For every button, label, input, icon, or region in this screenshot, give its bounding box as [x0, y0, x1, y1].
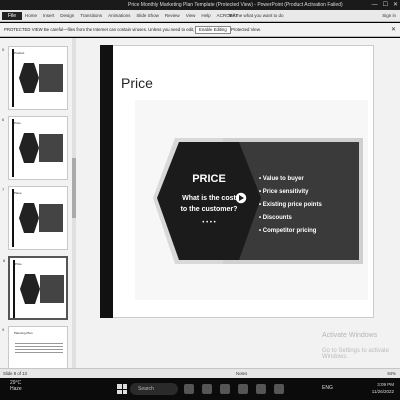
thumbnail-accent-bar — [13, 260, 15, 318]
ribbon-tab-list: Home Insert Design Transitions Animation… — [25, 10, 238, 22]
slide-thumbnail[interactable]: 7 Place — [2, 186, 68, 250]
thumbnail-hexagon — [19, 63, 39, 93]
thumbnail-number: 5 — [2, 47, 5, 52]
price-question-line1: What is the cost — [182, 195, 236, 202]
thumbnail-title: Price — [15, 262, 22, 266]
status-bar: Slide 8 of 13 Notes 84% — [0, 368, 400, 378]
thumbnail-number: 6 — [2, 117, 5, 122]
thumbnail-hexagon — [19, 203, 39, 233]
protected-view-bar: PROTECTED VIEW Be careful—files from the… — [0, 23, 400, 37]
thumbnail-title: Planning Plan — [14, 331, 33, 335]
system-clock[interactable]: 3:09 PM 11/26/2022 — [372, 381, 394, 395]
tab-animations[interactable]: Animations — [108, 10, 130, 22]
ellipsis-dots: • • • • — [202, 220, 215, 226]
bullet-discounts: • Discounts — [259, 215, 292, 221]
bullet-competitor-pricing: • Competitor pricing — [259, 228, 317, 234]
bullet-value-to-buyer: • Value to buyer — [259, 176, 304, 182]
taskbar-search[interactable]: Search — [130, 383, 178, 395]
powerpoint-icon[interactable] — [256, 384, 266, 394]
thumbnail-panel — [39, 64, 63, 92]
file-explorer-icon[interactable] — [184, 384, 194, 394]
sign-in-link[interactable]: Sign in — [382, 10, 396, 22]
clock-time: 3:09 PM — [377, 382, 394, 387]
thumbnail-title: Place — [14, 191, 22, 195]
mail-icon[interactable] — [220, 384, 230, 394]
slide-thumbnail-selected[interactable]: 8 Price — [3, 256, 68, 320]
language-indicator[interactable]: ENG — [322, 385, 333, 391]
price-heading: PRICE — [192, 173, 226, 185]
thumbnail-text-lines — [15, 343, 63, 355]
window-title: Price Monthly Marketing Plan Template (P… — [128, 2, 343, 8]
bullet-price-sensitivity: • Price sensitivity — [259, 189, 309, 195]
file-tab[interactable]: File — [2, 12, 22, 20]
tab-home[interactable]: Home — [25, 10, 37, 22]
slide-thumbnail[interactable]: 9 Planning Plan — [2, 326, 68, 368]
browser-icon[interactable] — [202, 384, 212, 394]
photos-icon[interactable] — [274, 384, 284, 394]
close-icon[interactable]: ✕ — [391, 23, 396, 37]
thumbnail-number: 8 — [3, 258, 6, 263]
tab-transitions[interactable]: Transitions — [80, 10, 102, 22]
tab-review[interactable]: Review — [165, 10, 180, 22]
slide-title[interactable]: Price — [121, 75, 153, 91]
ribbon-tabs: File Home Insert Design Transitions Anim… — [0, 10, 400, 22]
enable-editing-button[interactable]: Enable Editing — [195, 26, 231, 34]
thumbnail-accent-bar — [12, 49, 14, 107]
taskbar: 29°C Haze Search ENG 3:09 PM 11/26/2022 — [0, 378, 400, 400]
slide-accent-bar — [100, 45, 113, 318]
thumbnail-panel — [39, 134, 63, 162]
tab-help[interactable]: Help — [201, 10, 210, 22]
thumbnail-accent-bar — [12, 119, 14, 177]
thumbnail-title: Price — [14, 121, 21, 125]
price-question-line2: to the customer? — [181, 206, 238, 213]
thumbnail-number: 7 — [2, 187, 5, 192]
tab-view[interactable]: View — [186, 10, 196, 22]
tab-insert[interactable]: Insert — [43, 10, 54, 22]
activate-windows-subtext: Go to Settings to activate Windows. — [322, 348, 390, 360]
tab-design[interactable]: Design — [60, 10, 74, 22]
minimize-button[interactable]: — — [372, 0, 378, 10]
bullet-existing-price-points: • Existing price points — [259, 202, 322, 208]
maximize-button[interactable]: ☐ — [383, 0, 388, 10]
thumbnail-panel — [40, 275, 64, 303]
thumbnail-number: 9 — [2, 327, 5, 332]
slide-thumbnails-pane: 5 Product 6 Price 7 Place 8 Price 9 Plan… — [0, 38, 76, 368]
thumbnail-accent-bar — [12, 189, 14, 247]
thumbnail-hexagon — [19, 133, 39, 163]
slide-graphic[interactable]: PRICE What is the cost to the customer? … — [135, 100, 368, 300]
clock-date: 11/26/2022 — [371, 389, 394, 394]
thumbnail-panel — [39, 204, 63, 232]
title-bar: Price Monthly Marketing Plan Template (P… — [0, 0, 400, 10]
store-icon[interactable] — [238, 384, 248, 394]
slide-thumbnail[interactable]: 6 Price — [2, 116, 68, 180]
thumbnail-hexagon — [20, 274, 40, 304]
thumbnail-title: Product — [14, 51, 25, 55]
price-diagram: PRICE What is the cost to the customer? … — [153, 138, 363, 264]
activate-windows-watermark: Activate Windows — [322, 332, 378, 339]
window-controls: — ☐ ✕ — [372, 0, 398, 10]
weather-widget[interactable]: 29°C Haze — [10, 380, 22, 392]
windows-start-icon[interactable] — [117, 384, 127, 394]
weather-condition: Haze — [10, 386, 22, 392]
tab-slide-show[interactable]: Slide Show — [136, 10, 159, 22]
notes-button[interactable]: Notes — [236, 369, 247, 378]
slide-thumbnail[interactable]: 5 Product — [2, 46, 68, 110]
slide-count: Slide 8 of 13 — [3, 371, 27, 376]
zoom-level[interactable]: 84% — [387, 369, 396, 378]
tell-me-search[interactable]: Tell me what you want to do — [228, 10, 284, 22]
taskbar-apps — [184, 384, 284, 394]
close-button[interactable]: ✕ — [393, 0, 398, 10]
